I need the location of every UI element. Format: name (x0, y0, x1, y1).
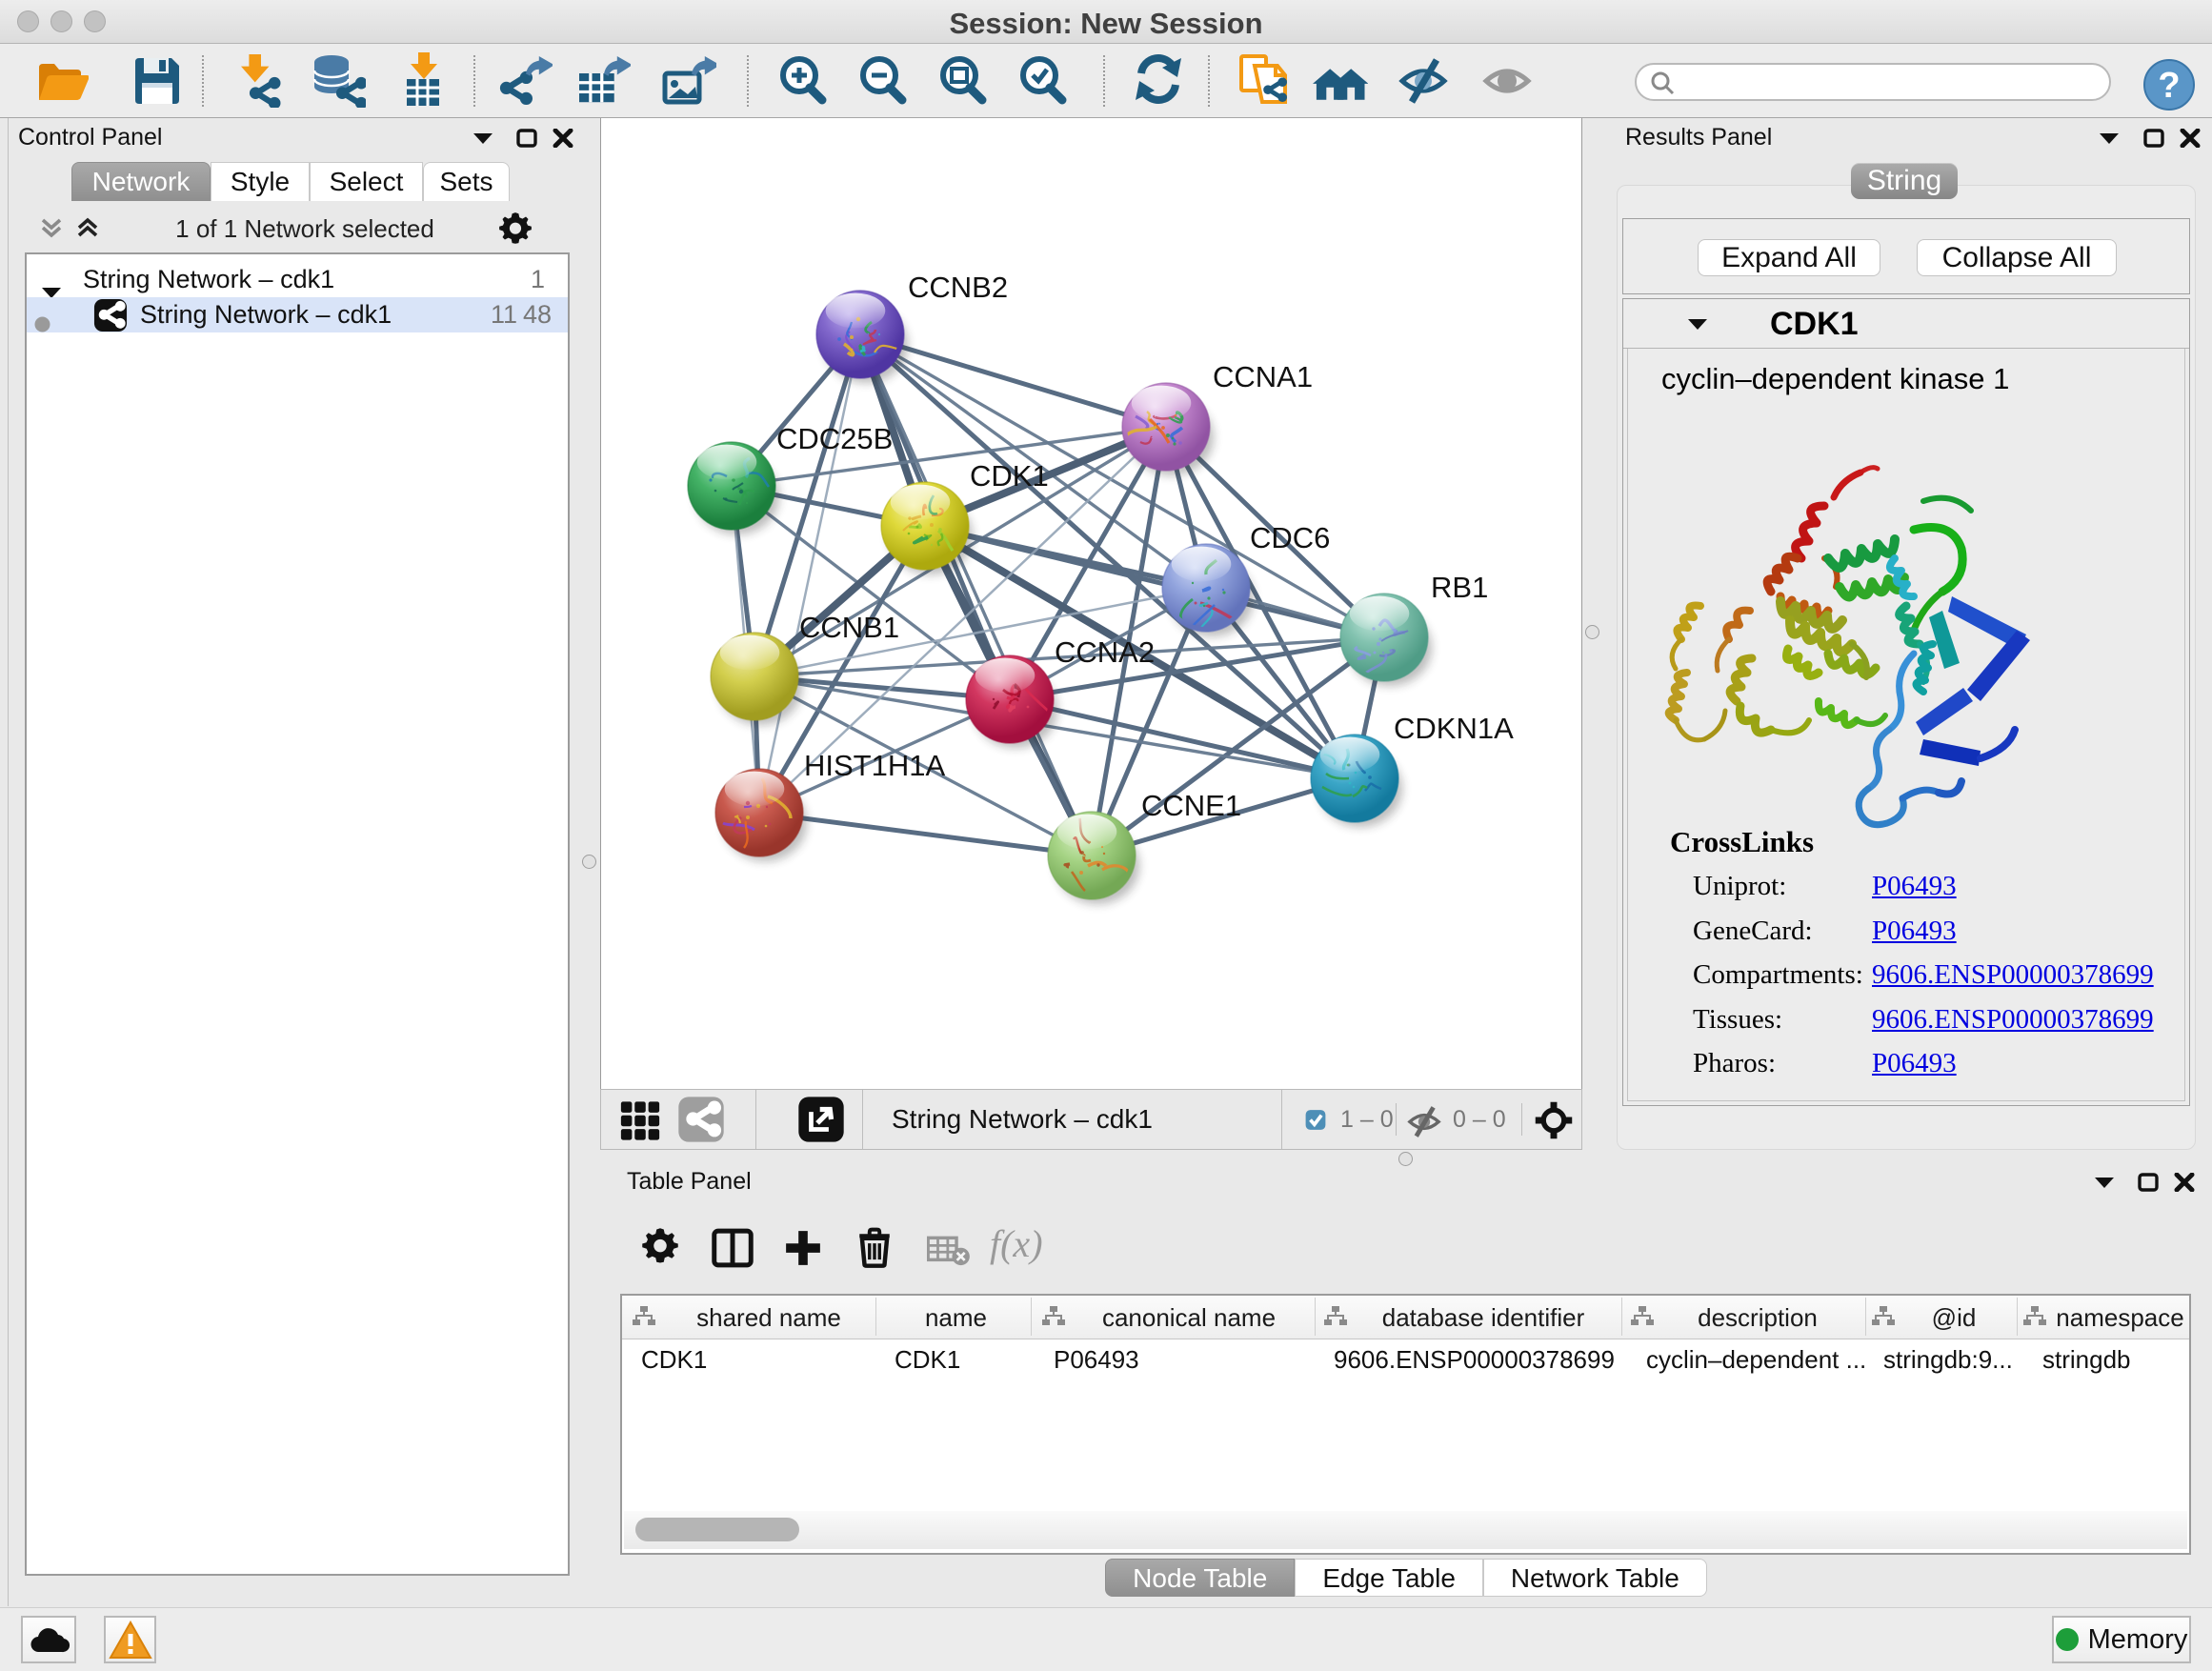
svg-text:CDC25B: CDC25B (776, 422, 893, 455)
svg-text:CCNE1: CCNE1 (1141, 789, 1241, 822)
svg-text:CCNA1: CCNA1 (1213, 360, 1313, 393)
svg-text:HIST1H1A: HIST1H1A (804, 749, 945, 782)
svg-text:RB1: RB1 (1431, 571, 1488, 604)
svg-text:CCNB2: CCNB2 (908, 271, 1008, 304)
svg-text:CDC6: CDC6 (1250, 521, 1330, 554)
svg-text:?: ? (2158, 66, 2180, 106)
svg-text:CDKN1A: CDKN1A (1394, 712, 1514, 745)
svg-text:CDK1: CDK1 (970, 459, 1049, 493)
svg-text:CCNA2: CCNA2 (1055, 635, 1155, 669)
svg-text:CCNB1: CCNB1 (799, 611, 899, 644)
